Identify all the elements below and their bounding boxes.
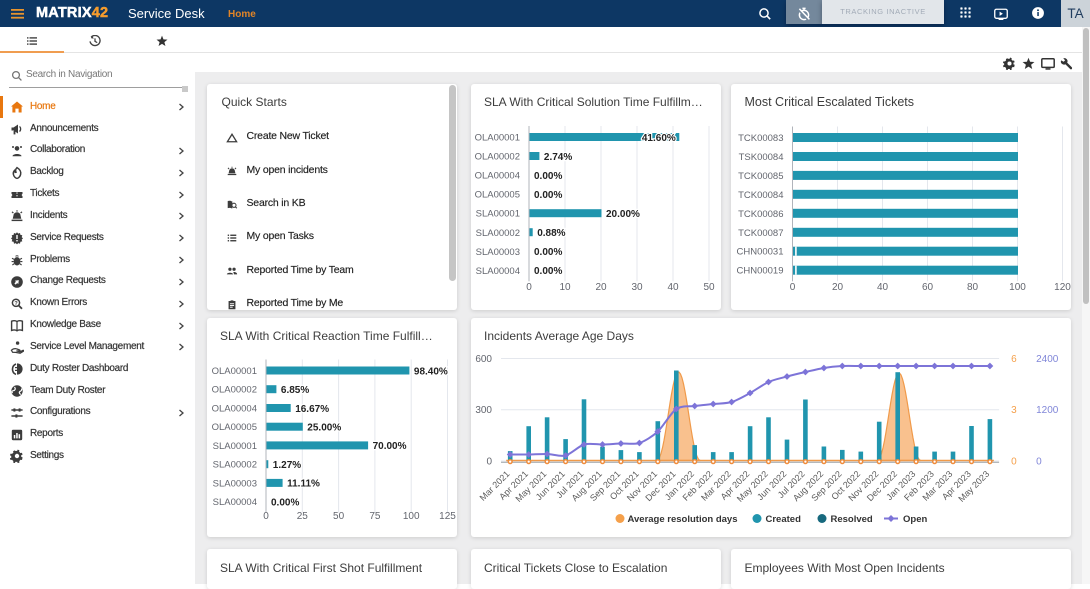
svg-text:TCK00087: TCK00087 [738,228,783,239]
svg-text:300: 300 [475,405,492,416]
svg-text:Resolved: Resolved [831,514,873,525]
svg-text:98.40%: 98.40% [414,366,448,377]
svg-text:0: 0 [486,457,492,468]
svg-text:SLA00003: SLA00003 [476,247,520,258]
svg-text:OLA00004: OLA00004 [475,171,520,182]
svg-text:40: 40 [667,282,679,293]
svg-text:10: 10 [559,282,571,293]
svg-text:2.74%: 2.74% [544,152,572,163]
svg-text:OLA00001: OLA00001 [475,133,520,144]
svg-text:20.00%: 20.00% [606,209,640,220]
svg-text:TCK00083: TCK00083 [738,133,783,144]
svg-text:0: 0 [526,282,532,293]
svg-text:120: 120 [1054,282,1071,293]
svg-text:80: 80 [967,282,979,293]
svg-text:0: 0 [790,282,796,293]
svg-text:1200: 1200 [1036,405,1059,416]
svg-text:3: 3 [1011,405,1017,416]
svg-text:CHN00019: CHN00019 [737,266,784,277]
svg-text:75: 75 [369,511,381,522]
svg-text:0: 0 [263,511,269,522]
svg-text:40: 40 [877,282,889,293]
svg-text:0.00%: 0.00% [271,497,299,508]
svg-text:SLA00003: SLA00003 [213,478,257,489]
svg-text:16.67%: 16.67% [295,404,329,415]
svg-text:SLA00004: SLA00004 [476,266,520,277]
svg-text:100: 100 [1009,282,1026,293]
svg-text:50: 50 [703,282,715,293]
svg-text:SLA00002: SLA00002 [476,228,520,239]
svg-text:60: 60 [922,282,934,293]
svg-text:OLA00004: OLA00004 [212,404,257,415]
svg-text:41.60%: 41.60% [642,133,676,144]
svg-text:11.11%: 11.11% [287,479,320,490]
svg-text:600: 600 [475,354,492,365]
svg-text:6: 6 [1011,354,1017,365]
svg-text:OLA00002: OLA00002 [212,385,257,396]
svg-text:30: 30 [631,282,643,293]
svg-text:0.00%: 0.00% [534,171,562,182]
svg-text:100: 100 [403,511,420,522]
svg-text:Created: Created [766,514,802,525]
svg-text:50: 50 [333,511,345,522]
svg-text:0.00%: 0.00% [534,247,562,258]
svg-text:0: 0 [1036,457,1042,468]
svg-text:TSK00084: TSK00084 [739,152,784,163]
svg-text:125: 125 [439,511,456,522]
svg-text:25: 25 [297,511,309,522]
svg-text:SLA00004: SLA00004 [213,497,257,508]
svg-text:Average resolution days: Average resolution days [628,514,738,525]
svg-text:0.00%: 0.00% [534,190,562,201]
svg-text:CHN00031: CHN00031 [737,247,784,258]
svg-text:Open: Open [903,514,927,525]
svg-text:20: 20 [832,282,844,293]
svg-text:OLA00005: OLA00005 [212,422,257,433]
svg-text:SLA00001: SLA00001 [213,441,257,452]
svg-text:6.85%: 6.85% [281,385,309,396]
svg-text:20: 20 [595,282,607,293]
svg-text:SLA00002: SLA00002 [213,460,257,471]
svg-text:25.00%: 25.00% [307,423,341,434]
svg-text:2400: 2400 [1036,354,1059,365]
svg-text:1.27%: 1.27% [273,460,301,471]
svg-text:0.88%: 0.88% [537,228,565,239]
svg-text:OLA00002: OLA00002 [475,152,520,163]
svg-text:0: 0 [1011,457,1017,468]
svg-text:OLA00005: OLA00005 [475,190,520,201]
svg-text:TCK00086: TCK00086 [738,209,783,220]
svg-text:0.00%: 0.00% [534,266,562,277]
svg-text:SLA00001: SLA00001 [476,209,520,220]
svg-text:TCK00085: TCK00085 [738,171,783,182]
svg-text:TCK00084: TCK00084 [738,190,783,201]
svg-text:OLA00001: OLA00001 [212,366,257,377]
svg-text:70.00%: 70.00% [373,441,407,452]
